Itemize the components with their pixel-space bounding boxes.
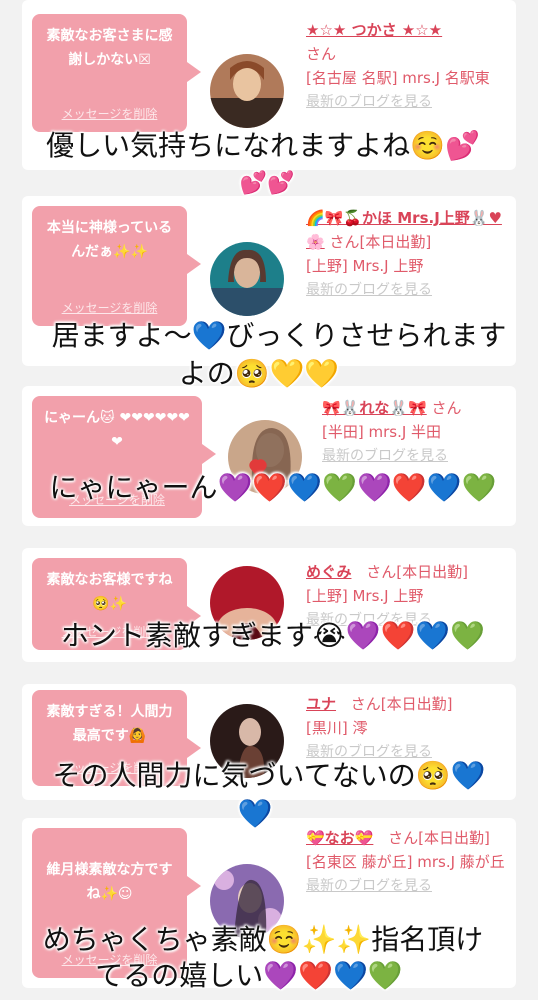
message-bubble: 素敵なお客さまに感謝しかない☒ メッセージを削除 xyxy=(32,14,201,132)
delete-message-link[interactable]: メッセージを削除 xyxy=(32,102,187,126)
cast-location: [上野] Mrs.J 上野 xyxy=(306,587,424,605)
cast-suffix: さん[本日出勤] xyxy=(366,563,468,581)
message-text: 素敵なお客様ですね🥺✨ xyxy=(46,572,173,612)
caption-text: めちゃくちゃ素敵☺️✨✨指名頂け xyxy=(42,923,484,956)
latest-blog-link[interactable]: 最新のブログを見る xyxy=(322,444,512,468)
message-text: 本当に神様っているんだぁ✨✨ xyxy=(46,220,173,260)
cast-name-link[interactable]: ★☆★ つかさ ★☆★ xyxy=(306,21,442,39)
cast-name-link[interactable]: 🎀🐰れな🐰🎀 xyxy=(322,399,427,417)
cast-location: [黒川] 澪 xyxy=(306,719,368,737)
cast-suffix: さん xyxy=(306,45,337,63)
cast-info: 🌈🎀🍒かほ Mrs.J上野🐰♥🌸 さん[本日出勤] [上野] Mrs.J 上野 … xyxy=(306,206,506,302)
caption-text: てるの嬉しい💜❤️💙💚 xyxy=(95,959,403,992)
message-text: 素敵なお客さまに感謝しかない☒ xyxy=(46,28,173,68)
cast-suffix: さん[本日出勤] xyxy=(329,233,432,251)
caption-text: 💕💕 xyxy=(239,171,295,196)
avatar[interactable] xyxy=(210,242,284,316)
cast-info: 💝なお💝 さん[本日出勤] [名東区 藤が丘] mrs.J 藤が丘 最新のブログ… xyxy=(306,826,506,898)
caption-text: その人間力に気づいてないの🥺💙 xyxy=(52,759,486,792)
cast-info: ★☆★ つかさ ★☆★ さん [名古屋 名駅] mrs.J 名駅東 最新のブログ… xyxy=(306,18,506,114)
latest-blog-link[interactable]: 最新のブログを見る xyxy=(306,90,506,114)
cast-info: ユナ さん[本日出勤] [黒川] 澪 最新のブログを見る xyxy=(306,692,506,764)
caption-text: ホント素敵すぎます😭💜❤️💙💚 xyxy=(60,619,486,652)
woman-photo-avatar-icon xyxy=(210,242,284,316)
latest-blog-link[interactable]: 最新のブログを見る xyxy=(306,278,506,302)
cast-suffix: さん xyxy=(431,399,462,417)
caption-text: 居ますよ〜💙びっくりさせられます xyxy=(51,319,507,352)
cast-name-link[interactable]: めぐみ xyxy=(306,563,351,581)
caption-text: よの🥺💛💛 xyxy=(178,357,340,390)
cast-info: 🎀🐰れな🐰🎀 さん [半田] mrs.J 半田 最新のブログを見る xyxy=(322,396,512,468)
avatar[interactable] xyxy=(210,54,284,128)
message-text: 維月様素敵な方ですね✨☺ xyxy=(46,862,173,902)
message-bubble: 本当に神様っているんだぁ✨✨ メッセージを削除 xyxy=(32,206,201,326)
message-text: 素敵すぎる！人間力最高です🙆 xyxy=(46,704,173,744)
delete-message-link[interactable]: メッセージを削除 xyxy=(32,296,187,320)
cast-name-link[interactable]: ユナ xyxy=(306,695,336,713)
cast-location: [名古屋 名駅] mrs.J 名駅東 xyxy=(306,69,490,87)
caption-text: 💙 xyxy=(237,797,273,830)
caption-text: 優しい気持ちになれますよね☺️💕 xyxy=(46,129,480,162)
cast-location: [上野] Mrs.J 上野 xyxy=(306,257,424,275)
woman-photo-avatar-icon xyxy=(210,54,284,128)
message-text: にゃーん🐱 ❤❤❤❤❤❤❤ xyxy=(44,410,190,450)
cast-suffix: さん[本日出勤] xyxy=(350,695,453,713)
cast-location: [半田] mrs.J 半田 xyxy=(322,423,442,441)
latest-blog-link[interactable]: 最新のブログを見る xyxy=(306,874,506,898)
caption-text: にゃにゃーん💜❤️💙💚💜❤️💙💚 xyxy=(49,471,497,504)
cast-location: [名東区 藤が丘] mrs.J 藤が丘 xyxy=(306,853,505,871)
